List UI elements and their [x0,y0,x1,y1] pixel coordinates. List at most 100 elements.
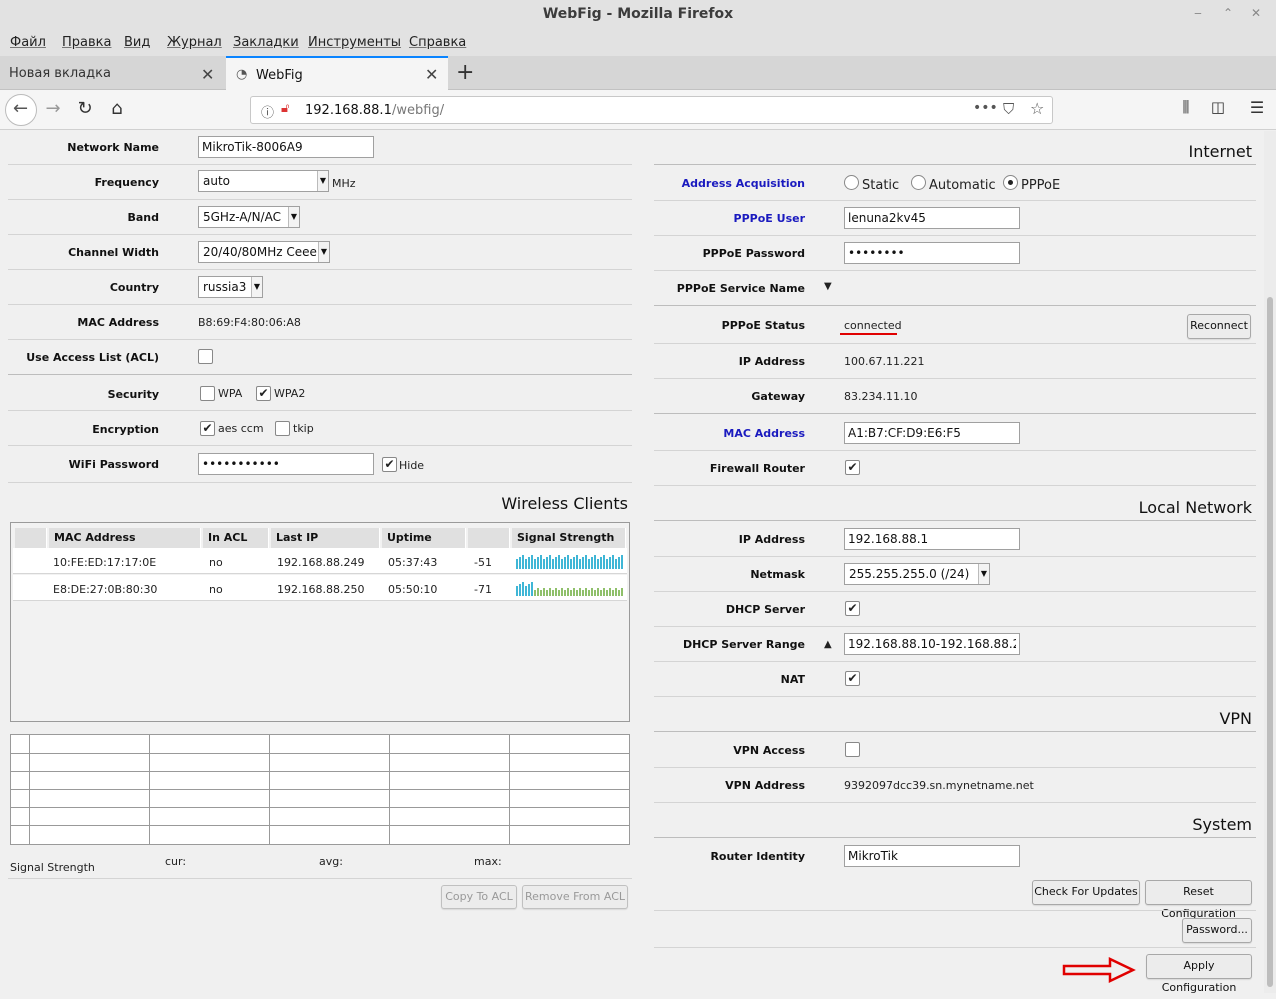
wifi-password-label: WiFi Password [68,458,159,471]
menu-tools[interactable]: Инструменты [308,35,401,50]
mac-address-value: B8:69:F4:80:06:A8 [198,316,301,329]
automatic-radio[interactable] [911,175,926,190]
hide-label: Hide [399,459,425,472]
nat-checkbox[interactable]: ✔ [845,671,860,686]
country-label: Country [109,281,159,294]
signal-bar [537,557,539,569]
router-identity-input[interactable] [844,845,1020,867]
signal-bar [519,557,521,569]
dhcp-server-checkbox[interactable]: ✔ [845,601,860,616]
divider [654,343,1256,344]
tkip-checkbox[interactable] [275,421,290,436]
minimize-icon[interactable]: ‒ [1190,6,1206,20]
acl-checkbox[interactable] [198,349,213,364]
signal-strength-bars-2 [516,580,623,596]
frequency-select[interactable]: auto ▼ [198,170,329,192]
new-tab-icon[interactable]: + [456,60,474,85]
divider [654,378,1256,379]
check-for-updates-button[interactable]: Check For Updates [1032,880,1140,905]
static-radio[interactable] [844,175,859,190]
column-header-acl[interactable]: In ACL [203,528,269,548]
column-header-signal[interactable] [468,528,510,548]
pppoe-user-input[interactable] [844,207,1020,229]
password-button[interactable]: Password... [1182,918,1252,943]
forward-arrow-icon[interactable]: → [41,98,65,119]
country-select[interactable]: russia3 ▼ [198,276,263,298]
insecure-lock-icon[interactable]: 🔓︎ [281,101,289,116]
channel-width-value: 20/40/80MHz Ceee [203,245,317,259]
menu-help[interactable]: Справка [409,35,466,50]
column-header-signal-strength[interactable]: Signal Strength [512,528,626,548]
client-uptime: 05:37:43 [388,556,438,569]
table-row[interactable]: E8:DE:27:0B:80:30 no 192.168.88.250 05:5… [13,575,627,601]
menu-history[interactable]: Журнал [167,35,222,50]
signal-bar [621,555,623,569]
reload-icon[interactable]: ↻ [73,98,97,119]
column-header-uptime[interactable]: Uptime [382,528,466,548]
vpn-access-checkbox[interactable] [845,742,860,757]
menu-file[interactable]: Файл [10,35,46,50]
menu-bookmarks[interactable]: Закладки [233,35,299,50]
signal-strength-bars-1 [516,553,623,569]
sidebar-icon[interactable]: ◫ [1206,98,1230,116]
pppoe-radio[interactable] [1003,175,1018,190]
column-header-last-ip[interactable]: Last IP [271,528,380,548]
internet-mac-input[interactable] [844,422,1020,444]
column-header-mac[interactable]: MAC Address [49,528,201,548]
reconnect-button[interactable]: Reconnect [1187,314,1251,339]
signal-bar [603,588,605,596]
pocket-icon[interactable]: ⛉ [1003,100,1014,118]
page-actions-icon[interactable]: ••• [973,100,998,116]
aes-checkbox[interactable]: ✔ [200,421,215,436]
band-value: 5GHz-A/N/AC [203,210,281,224]
scrollbar-thumb[interactable] [1267,297,1273,987]
internet-title: Internet [1188,142,1252,161]
channel-width-select[interactable]: 20/40/80MHz Ceee ▼ [198,241,330,263]
back-button[interactable]: ← [5,94,37,126]
signal-bar [528,557,530,569]
expand-down-icon[interactable]: ▼ [824,281,832,292]
table-row[interactable]: 10:FE:ED:17:17:0E no 192.168.88.249 05:3… [13,548,627,574]
remove-from-acl-button[interactable]: Remove From ACL [522,885,628,909]
apply-configuration-button[interactable]: Apply Configuration [1146,954,1252,994]
divider [654,164,1256,165]
signal-bar [591,557,593,569]
reset-configuration-button[interactable]: Reset Configuration [1145,880,1252,920]
close-tab-icon[interactable]: ✕ [425,65,438,84]
menu-view[interactable]: Вид [124,35,150,50]
signal-bar [537,588,539,596]
close-window-icon[interactable]: ✕ [1248,6,1264,20]
dhcp-range-input[interactable] [844,633,1020,655]
home-icon[interactable]: ⌂ [105,98,129,119]
local-ip-input[interactable] [844,528,1020,550]
copy-to-acl-button[interactable]: Copy To ACL [441,885,517,909]
network-name-input[interactable] [198,136,374,158]
url-host: 192.168.88.1 [305,103,392,118]
bookmark-star-icon[interactable]: ☆ [1030,99,1044,118]
encryption-label: Encryption [92,423,159,436]
hide-checkbox[interactable]: ✔ [382,457,397,472]
collapse-up-icon[interactable]: ▲ [824,639,832,650]
maximize-icon[interactable]: ⌃ [1220,6,1236,20]
library-icon[interactable]: ⫼ [1174,98,1198,116]
signal-bar [546,590,548,596]
grid-line [11,753,629,754]
wpa2-checkbox[interactable]: ✔ [256,386,271,401]
menu-edit[interactable]: Правка [62,35,111,50]
band-select[interactable]: 5GHz-A/N/AC ▼ [198,206,300,228]
url-bar[interactable]: ⓘ 🔓︎ 192.168.88.1 /webfig/ ••• ⛉ ☆ [250,96,1053,124]
signal-bar [522,582,524,596]
hamburger-menu-icon[interactable]: ☰ [1245,98,1269,117]
pppoe-label: PPPoE [1021,178,1061,193]
pppoe-password-input[interactable] [844,242,1020,264]
tab-label: WebFig [256,68,303,83]
wifi-password-input[interactable] [198,453,374,475]
info-icon[interactable]: ⓘ [261,102,274,121]
tab-webfig[interactable]: ◔ WebFig [226,56,448,90]
wpa-checkbox[interactable] [200,386,215,401]
close-tab-icon[interactable]: ✕ [201,65,214,84]
firewall-router-checkbox[interactable]: ✔ [845,460,860,475]
signal-bar [621,588,623,596]
tab-new[interactable]: Новая вкладка [0,56,224,90]
netmask-select[interactable]: 255.255.255.0 (/24) ▼ [844,563,990,585]
